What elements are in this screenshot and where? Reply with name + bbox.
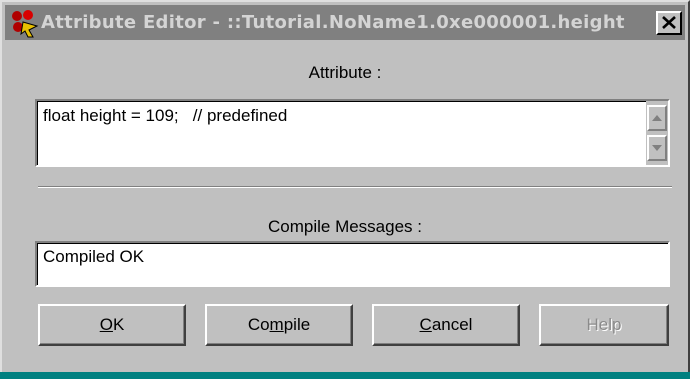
help-label: Help xyxy=(586,315,622,334)
compile-button[interactable]: Co m pile xyxy=(205,304,353,346)
compile-label-pre: Co xyxy=(247,315,270,334)
attribute-editor-window: Attribute Editor - ::Tutorial.NoName1.0x… xyxy=(0,0,690,379)
ok-label-rest: K xyxy=(112,315,125,334)
desktop-edge xyxy=(0,372,690,379)
compile-accel: m xyxy=(269,315,284,334)
cancel-button[interactable]: Cancel xyxy=(372,304,520,346)
close-button[interactable] xyxy=(656,10,682,35)
cancel-label-rest: ancel xyxy=(431,315,473,334)
section-divider xyxy=(38,186,672,188)
scroll-down-icon xyxy=(652,145,662,151)
ok-button[interactable]: OK xyxy=(38,304,186,346)
attribute-text-area[interactable]: float height = 109; // predefined xyxy=(35,99,670,167)
scroll-up-icon xyxy=(652,115,662,121)
scroll-down-button[interactable] xyxy=(647,135,667,161)
cancel-accel: C xyxy=(419,315,432,334)
compile-messages-text: Compiled OK xyxy=(43,247,145,266)
window-title: Attribute Editor - ::Tutorial.NoName1.0x… xyxy=(41,12,625,33)
title-bar[interactable]: Attribute Editor - ::Tutorial.NoName1.0x… xyxy=(5,5,685,40)
scroll-up-button[interactable] xyxy=(647,105,667,131)
close-icon xyxy=(662,16,676,29)
compile-label-rest: pile xyxy=(283,315,311,334)
help-button: Help xyxy=(539,304,669,346)
compile-messages-label: Compile Messages : xyxy=(267,217,422,236)
attribute-scrollbar[interactable] xyxy=(646,101,668,165)
app-icon[interactable] xyxy=(9,8,39,38)
compile-messages-field[interactable]: Compiled OK xyxy=(35,241,670,287)
attribute-text[interactable]: float height = 109; // predefined xyxy=(43,106,287,126)
attribute-label: Attribute : xyxy=(308,63,382,82)
ok-accel: O xyxy=(99,315,113,334)
